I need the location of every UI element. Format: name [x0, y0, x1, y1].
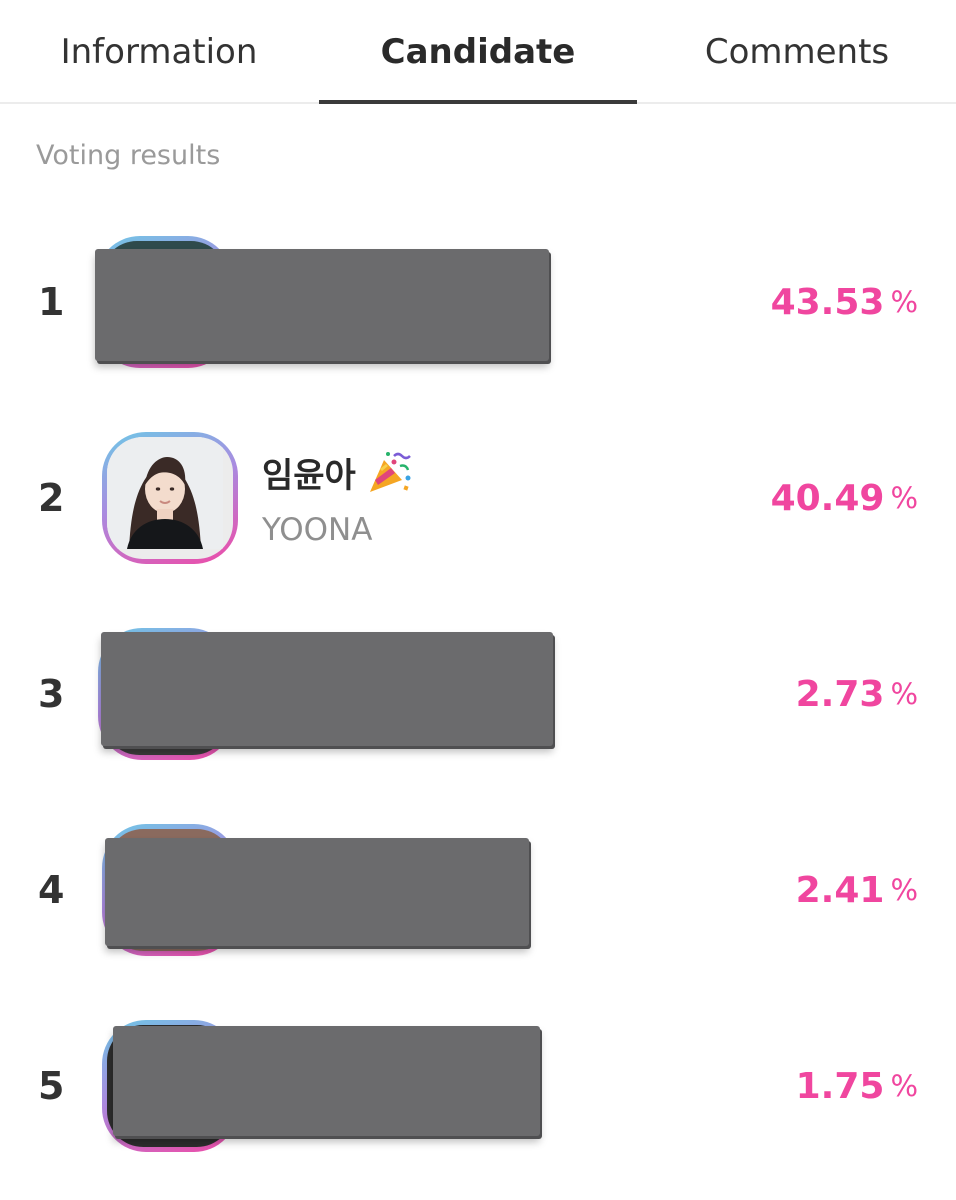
tab-comments[interactable]: Comments — [638, 0, 956, 104]
avatar — [102, 432, 238, 564]
percentage-value: 43.53 — [770, 281, 885, 323]
percent-unit: % — [890, 1069, 918, 1103]
percent-unit: % — [890, 285, 918, 319]
percentage-value: 2.73 — [795, 673, 885, 715]
active-tab-indicator — [319, 100, 637, 104]
vote-percentage: 40.49% — [771, 428, 918, 568]
percent-unit: % — [890, 481, 918, 515]
rank-number: 2 — [38, 476, 65, 520]
percentage-value: 1.75 — [795, 1065, 885, 1107]
party-popper-icon — [369, 451, 411, 492]
section-label: Voting results — [36, 140, 221, 171]
candidate-row-3[interactable]: 3 2.73% — [0, 624, 956, 764]
tab-information[interactable]: Information — [0, 0, 318, 104]
percent-unit: % — [890, 873, 918, 907]
rank-number: 4 — [38, 868, 65, 912]
vote-percentage: 2.73% — [796, 624, 918, 764]
vote-percentage: 1.75% — [796, 1016, 918, 1156]
profile-photo — [107, 437, 233, 559]
tab-bar: Information Candidate Comments — [0, 0, 956, 104]
redaction-block — [113, 1026, 540, 1136]
rank-number: 1 — [38, 280, 65, 324]
vote-percentage: 2.41% — [796, 820, 918, 960]
candidate-row-5[interactable]: 5 1.75% — [0, 1016, 956, 1156]
vote-percentage: 43.53% — [771, 232, 918, 372]
rank-number: 3 — [38, 672, 65, 716]
redaction-block — [95, 249, 549, 361]
candidate-subname: YOONA — [262, 512, 373, 548]
candidate-name-text: 임윤아 — [262, 456, 356, 496]
candidate-name: 임윤아 — [262, 448, 412, 497]
rank-number: 5 — [38, 1064, 65, 1108]
tab-candidate[interactable]: Candidate — [318, 0, 638, 104]
candidate-row-4[interactable]: 4 2.41% — [0, 820, 956, 960]
redaction-block — [105, 838, 529, 946]
candidate-row-2[interactable]: 2 임윤아 YOONA 40.49 % — [0, 428, 956, 568]
candidate-row-1[interactable]: 1 43.53% — [0, 232, 956, 372]
percentage-value: 2.41 — [795, 869, 885, 911]
percent-unit: % — [890, 677, 918, 711]
redaction-block — [101, 632, 553, 746]
percentage-value: 40.49 — [770, 477, 885, 519]
profile-photo-illustration — [107, 437, 223, 549]
